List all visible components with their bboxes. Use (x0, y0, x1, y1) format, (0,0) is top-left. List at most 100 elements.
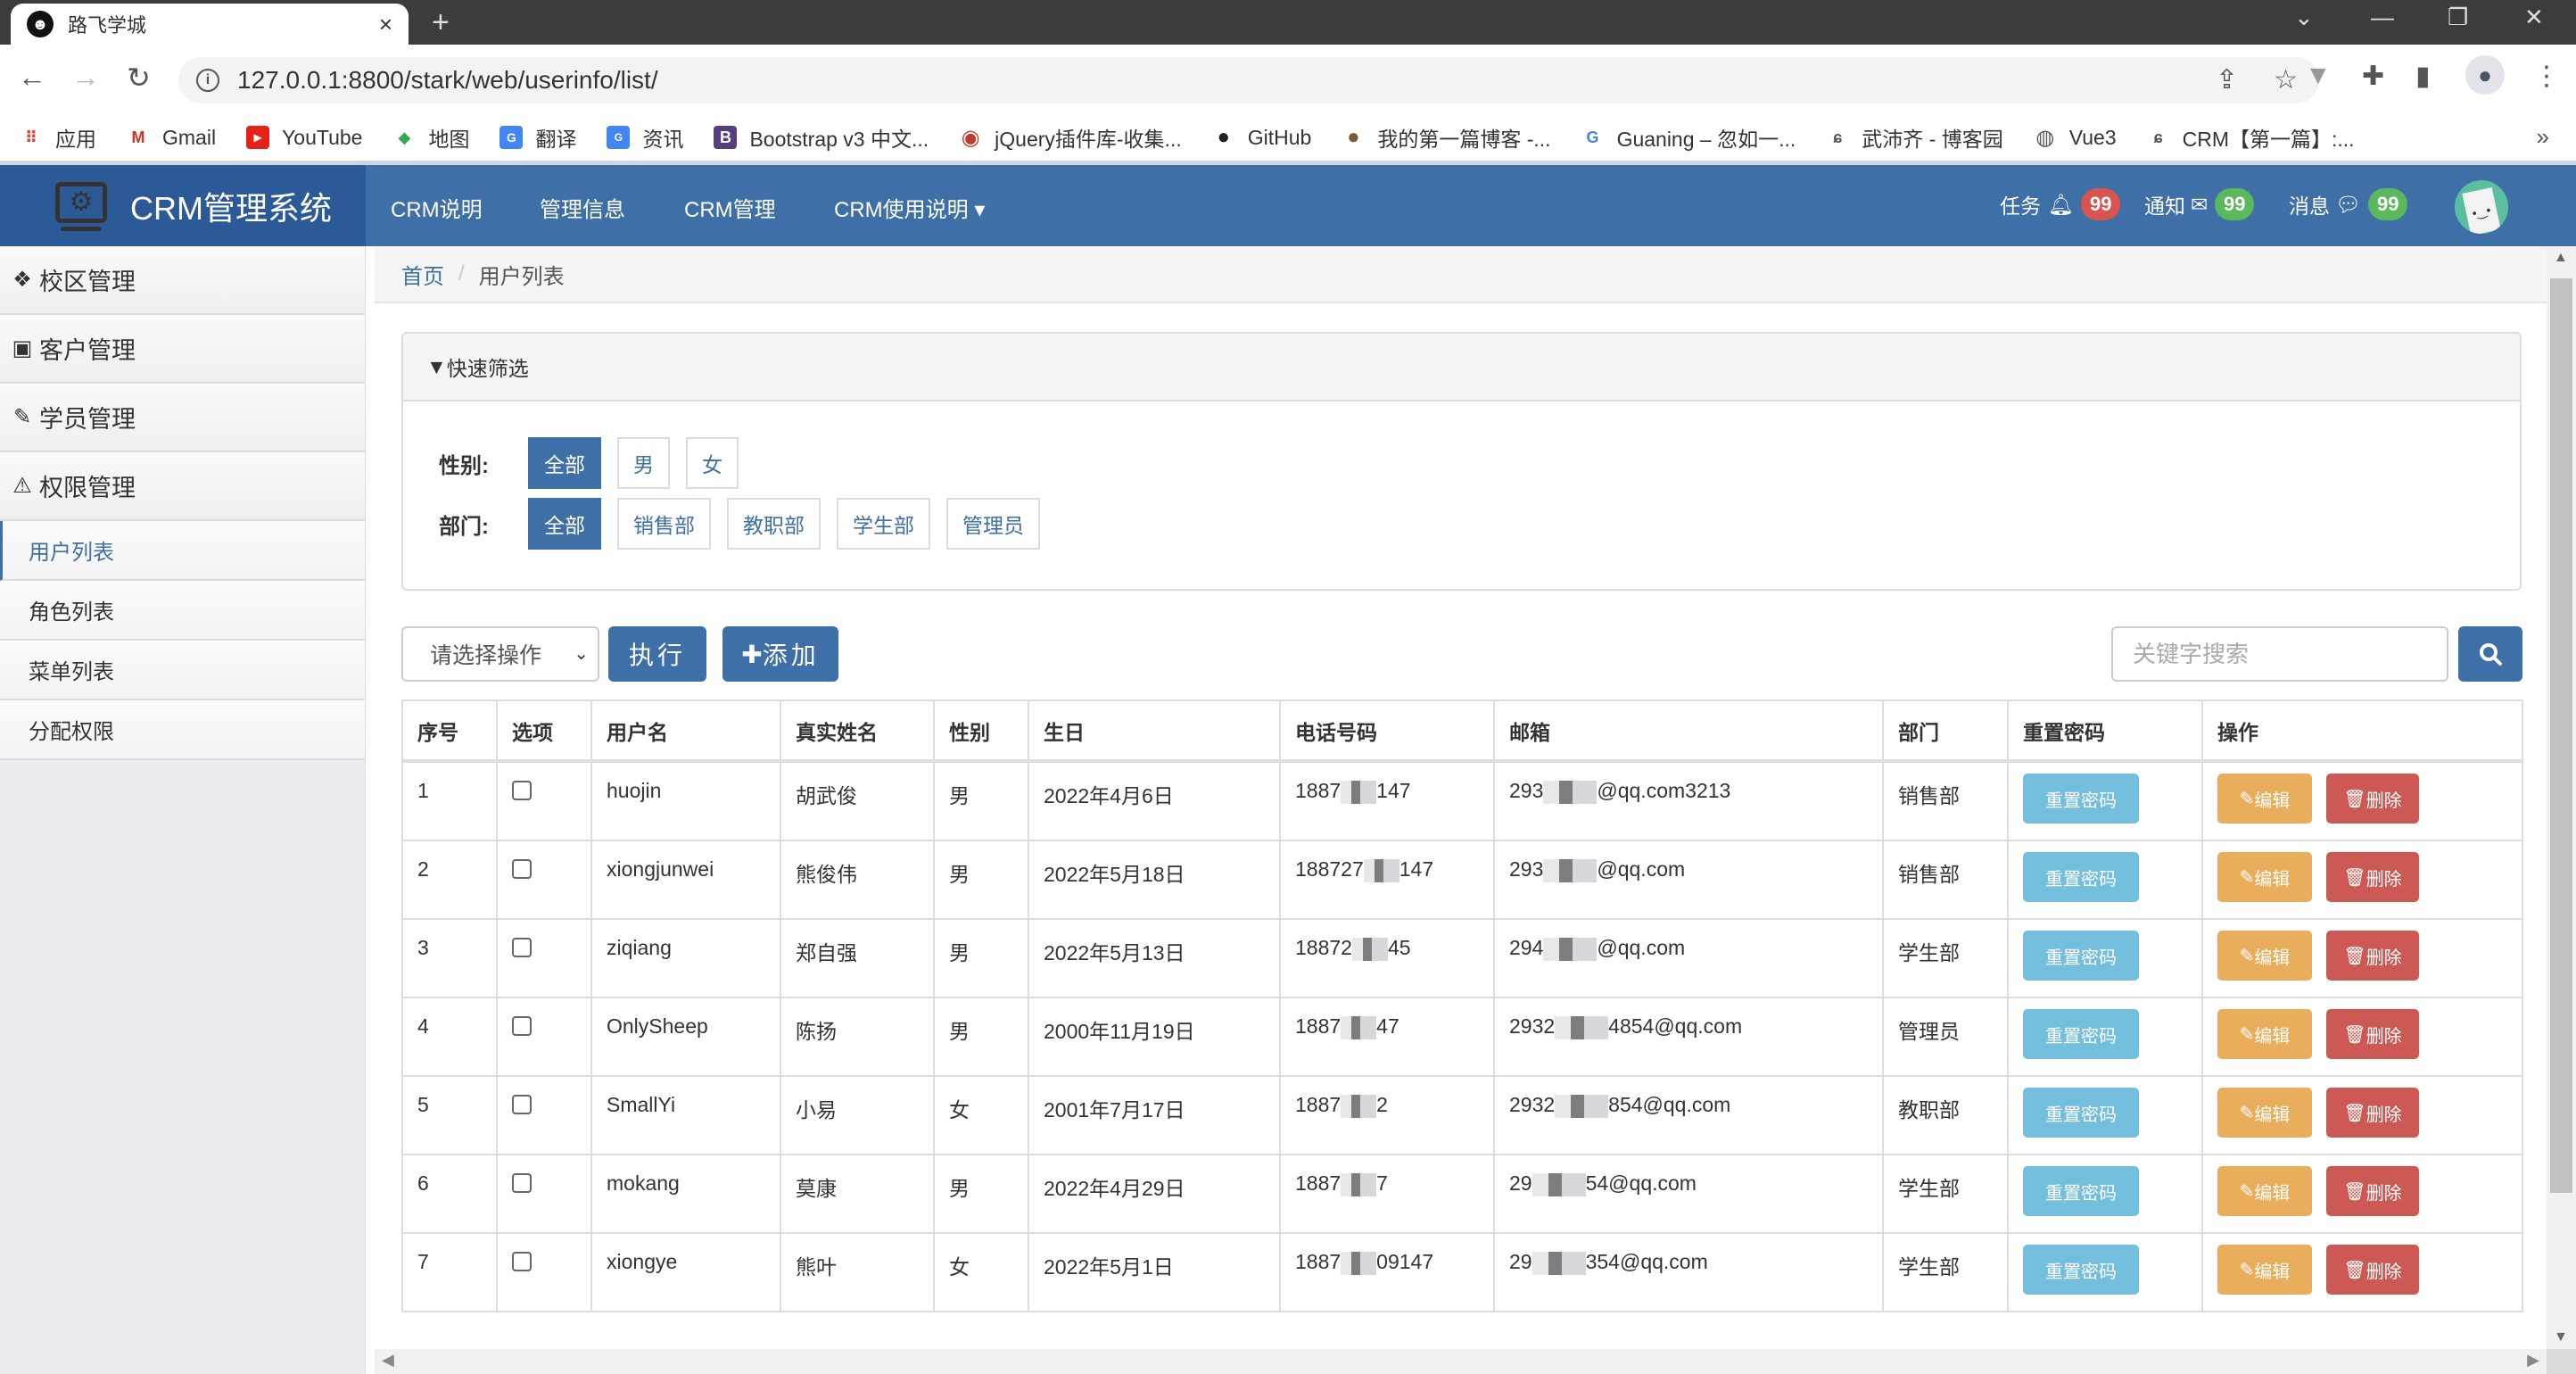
department-filter-all[interactable]: 全部 (528, 498, 601, 550)
sidebar-item-menu-list[interactable]: 菜单列表 (0, 641, 365, 700)
department-filter-faculty[interactable]: 教职部 (727, 498, 821, 550)
close-window-button[interactable]: ✕ (2524, 4, 2544, 31)
extensions-puzzle-icon[interactable]: ✚ (2362, 61, 2384, 92)
row-checkbox[interactable] (512, 1016, 532, 1036)
nav-notices[interactable]: 通知 ✉ 99 (2144, 188, 2255, 220)
edit-button[interactable]: ✎ 编辑 (2217, 931, 2312, 981)
row-checkbox[interactable] (512, 859, 532, 879)
delete-button[interactable]: 🗑︎ 删除 (2326, 931, 2419, 981)
row-checkbox[interactable] (512, 781, 532, 800)
vertical-scrollbar[interactable]: ▲ ▼ (2547, 246, 2576, 1349)
close-tab-icon[interactable]: × (379, 11, 392, 38)
bookmark-item[interactable]: G 翻译 (500, 122, 576, 153)
row-checkbox[interactable] (512, 1173, 532, 1193)
minimize-button[interactable]: — (2371, 4, 2394, 31)
reset-password-button[interactable]: 重置密码 (2023, 1009, 2139, 1059)
nav-crm-intro[interactable]: CRM说明 (391, 192, 483, 223)
back-icon[interactable]: ← (18, 61, 46, 94)
row-checkbox[interactable] (512, 1252, 532, 1271)
bookmark-item[interactable]: B Bootstrap v3 中文... (714, 122, 929, 153)
gender-filter-all[interactable]: 全部 (528, 437, 601, 489)
forward-icon[interactable]: → (71, 61, 100, 94)
batch-action-select[interactable]: 请选择操作 ⌄ (401, 626, 599, 682)
restore-button[interactable]: ❐ (2448, 4, 2468, 31)
sidebar-group-campus[interactable]: ❖ 校区管理 (0, 246, 365, 315)
reload-icon[interactable]: ↻ (127, 61, 151, 95)
delete-button[interactable]: 🗑︎ 删除 (2326, 852, 2419, 902)
new-tab-button[interactable]: + (432, 5, 450, 40)
sidebar-group-permission[interactable]: ⚠ 权限管理 (0, 452, 365, 521)
site-info-icon[interactable]: i (196, 69, 219, 92)
nav-tasks[interactable]: 任务 🔔︎ 99 (2000, 188, 2121, 220)
bookmark-item[interactable]: ◍ Vue3 (2034, 126, 2116, 150)
bookmark-item[interactable]: ▶ YouTube (246, 126, 362, 150)
scroll-down-icon[interactable]: ▼ (2554, 1329, 2568, 1345)
scroll-right-icon[interactable]: ▶ (2527, 1351, 2539, 1370)
side-panel-icon[interactable]: ▮ (2415, 61, 2431, 92)
nav-crm-usage-dropdown[interactable]: CRM使用说明 ▾ (834, 192, 985, 223)
bookmark-star-icon[interactable]: ☆ (2274, 64, 2298, 95)
edit-button[interactable]: ✎ 编辑 (2217, 1088, 2312, 1138)
delete-button[interactable]: 🗑︎ 删除 (2326, 1166, 2419, 1216)
nav-messages[interactable]: 消息 💬︎ 99 (2289, 188, 2408, 220)
bookmark-item[interactable]: ⠿ 应用 (20, 122, 96, 153)
sidebar-item-user-list[interactable]: 用户列表 (0, 521, 365, 581)
reset-password-button[interactable]: 重置密码 (2023, 1088, 2139, 1138)
row-checkbox[interactable] (512, 1095, 532, 1114)
user-avatar[interactable]: •‿• (2455, 180, 2508, 234)
bookmark-item[interactable]: G Guaning – 忽如一... (1581, 122, 1796, 153)
edit-button[interactable]: ✎ 编辑 (2217, 852, 2312, 902)
reset-password-button[interactable]: 重置密码 (2023, 931, 2139, 981)
department-filter-sales[interactable]: 销售部 (617, 498, 711, 550)
keyword-search-input[interactable] (2111, 626, 2448, 682)
reset-password-button[interactable]: 重置密码 (2023, 852, 2139, 902)
add-button[interactable]: ✚ 添加 (722, 626, 838, 682)
brand[interactable]: ⚙ CRM管理系统 (0, 165, 366, 246)
scroll-up-icon[interactable]: ▲ (2554, 250, 2568, 266)
bookmark-item[interactable]: ● 我的第一篇博客 -... (1342, 122, 1550, 153)
browser-tab[interactable]: ☻ 路飞学城 × (11, 4, 409, 45)
nav-manage-info[interactable]: 管理信息 (540, 192, 625, 223)
delete-button[interactable]: 🗑︎ 删除 (2326, 774, 2419, 824)
vue-devtools-icon[interactable]: ▼ (2305, 61, 2332, 91)
edit-button[interactable]: ✎ 编辑 (2217, 1009, 2312, 1059)
delete-button[interactable]: 🗑︎ 删除 (2326, 1245, 2419, 1295)
bookmark-item[interactable]: G 资讯 (607, 122, 683, 153)
scroll-left-icon[interactable]: ◀ (382, 1351, 394, 1370)
url-text[interactable]: 127.0.0.1:8800/stark/web/userinfo/list/ (237, 66, 658, 95)
menu-kebab-icon[interactable]: ⋮ (2533, 61, 2560, 92)
bookmark-item[interactable]: ɕ CRM【第一篇】:... (2147, 122, 2355, 153)
sidebar-group-customer[interactable]: ▣ 客户管理 (0, 315, 365, 384)
edit-button[interactable]: ✎ 编辑 (2217, 774, 2312, 824)
bookmark-item[interactable]: M Gmail (127, 126, 217, 150)
edit-button[interactable]: ✎ 编辑 (2217, 1166, 2312, 1216)
share-icon[interactable]: ⇪ (2216, 64, 2238, 95)
execute-button[interactable]: 执行 (608, 626, 706, 682)
reset-password-button[interactable]: 重置密码 (2023, 1245, 2139, 1295)
reset-password-button[interactable]: 重置密码 (2023, 1166, 2139, 1216)
bookmark-item[interactable]: ɕ 武沛齐 - 博客园 (1826, 122, 2002, 153)
gender-filter-male[interactable]: 男 (617, 437, 670, 489)
edit-button[interactable]: ✎ 编辑 (2217, 1245, 2312, 1295)
sidebar-item-assign-permission[interactable]: 分配权限 (0, 700, 365, 760)
address-bar[interactable]: i 127.0.0.1:8800/stark/web/userinfo/list… (178, 57, 2319, 103)
bookmark-item[interactable]: ● GitHub (1212, 125, 1311, 150)
bookmarks-overflow-icon[interactable]: » (2537, 123, 2549, 151)
reset-password-button[interactable]: 重置密码 (2023, 774, 2139, 824)
sidebar-group-student[interactable]: ✎ 学员管理 (0, 384, 365, 452)
nav-crm-manage[interactable]: CRM管理 (684, 192, 776, 223)
horizontal-scrollbar[interactable]: ◀ ▶ (375, 1349, 2547, 1374)
breadcrumb-home-link[interactable]: 首页 (401, 259, 444, 290)
row-checkbox[interactable] (512, 938, 532, 957)
gender-filter-female[interactable]: 女 (686, 437, 739, 489)
vertical-scroll-thumb[interactable] (2550, 278, 2572, 1193)
tab-search-icon[interactable]: ⌄ (2294, 4, 2314, 31)
department-filter-admin[interactable]: 管理员 (946, 498, 1040, 550)
search-button[interactable] (2458, 626, 2522, 682)
delete-button[interactable]: 🗑︎ 删除 (2326, 1009, 2419, 1059)
bookmark-item[interactable]: ◆ 地图 (392, 122, 470, 153)
department-filter-student[interactable]: 学生部 (837, 498, 930, 550)
bookmark-item[interactable]: ◉ jQuery插件库-收集... (959, 122, 1182, 153)
delete-button[interactable]: 🗑︎ 删除 (2326, 1088, 2419, 1138)
profile-avatar-icon[interactable]: ● (2465, 55, 2505, 95)
